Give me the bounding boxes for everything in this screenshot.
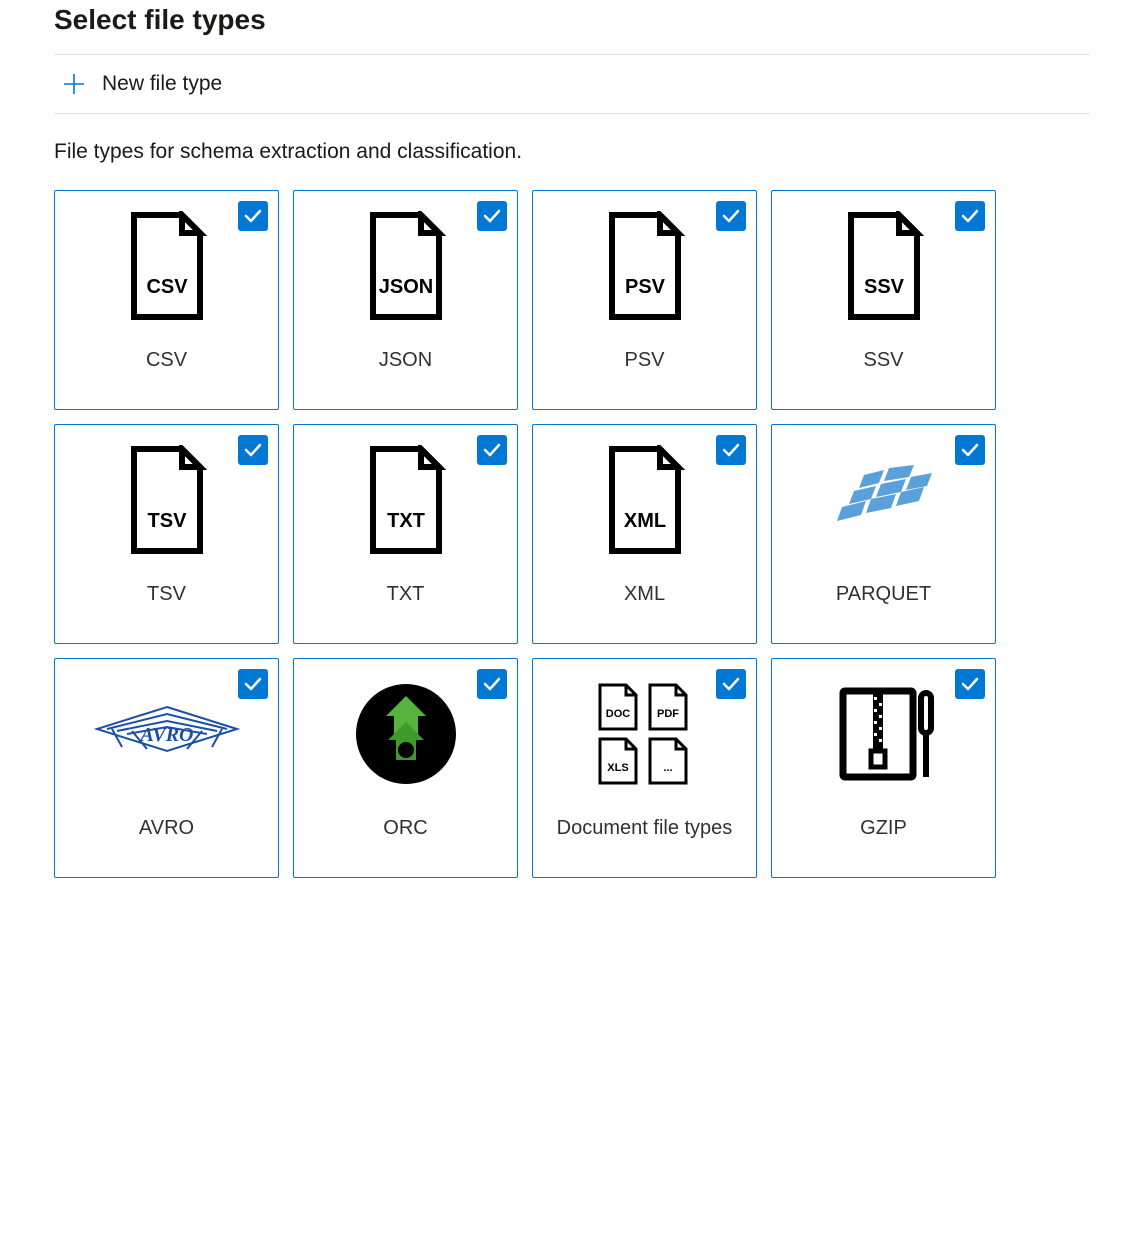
divider <box>54 113 1090 114</box>
checkmark-icon[interactable] <box>955 435 985 465</box>
svg-text:DOC: DOC <box>605 708 630 720</box>
checkmark-icon[interactable] <box>955 201 985 231</box>
file-type-tile-document-file-types[interactable]: DOC PDF XLS... Document file types <box>532 658 757 878</box>
doc-icon: SSV <box>839 191 929 341</box>
svg-text:AVRO: AVRO <box>138 724 193 746</box>
file-type-label: JSON <box>379 349 432 372</box>
svg-text:XML: XML <box>623 510 665 532</box>
file-type-tile-tsv[interactable]: TSV TSV <box>54 424 279 644</box>
new-file-type-button[interactable]: New file type <box>54 55 1090 113</box>
svg-text:...: ... <box>663 762 672 774</box>
page-title: Select file types <box>54 4 1090 36</box>
file-type-label: TSV <box>147 583 186 606</box>
file-type-tile-parquet[interactable]: PARQUET <box>771 424 996 644</box>
doc-icon: XML <box>600 425 690 575</box>
file-type-tile-txt[interactable]: TXT TXT <box>293 424 518 644</box>
file-type-label: AVRO <box>139 817 194 840</box>
doc-icon: JSON <box>361 191 451 341</box>
svg-text:PDF: PDF <box>657 708 679 720</box>
new-file-type-label: New file type <box>102 72 222 96</box>
file-type-label: Document file types <box>557 817 733 840</box>
doc_multi-icon: DOC PDF XLS... <box>590 659 700 809</box>
checkmark-icon[interactable] <box>477 669 507 699</box>
gzip-icon <box>829 659 939 809</box>
file-type-label: SSV <box>863 349 903 372</box>
checkmark-icon[interactable] <box>955 669 985 699</box>
svg-text:XLS: XLS <box>607 762 628 774</box>
avro-icon: AVRO <box>87 659 247 809</box>
plus-icon <box>62 72 86 96</box>
description-text: File types for schema extraction and cla… <box>54 140 1090 164</box>
checkmark-icon[interactable] <box>238 435 268 465</box>
doc-icon: CSV <box>122 191 212 341</box>
file-type-label: PARQUET <box>836 583 931 606</box>
file-type-tile-psv[interactable]: PSV PSV <box>532 190 757 410</box>
svg-text:TXT: TXT <box>387 510 425 532</box>
parquet-icon <box>824 425 944 575</box>
svg-text:SSV: SSV <box>863 276 904 298</box>
file-types-grid: CSV CSV JSON JSON PSV PSV SSV SSV TSV TSV TXT TXT XM… <box>54 190 1090 878</box>
doc-icon: PSV <box>600 191 690 341</box>
file-type-tile-xml[interactable]: XML XML <box>532 424 757 644</box>
file-type-tile-avro[interactable]: AVRO AVRO <box>54 658 279 878</box>
file-type-label: PSV <box>624 349 664 372</box>
file-type-label: ORC <box>383 817 427 840</box>
svg-text:PSV: PSV <box>624 276 665 298</box>
checkmark-icon[interactable] <box>238 669 268 699</box>
checkmark-icon[interactable] <box>477 201 507 231</box>
file-type-label: GZIP <box>860 817 907 840</box>
checkmark-icon[interactable] <box>716 435 746 465</box>
file-type-tile-gzip[interactable]: GZIP <box>771 658 996 878</box>
file-type-label: TXT <box>387 583 425 606</box>
checkmark-icon[interactable] <box>716 669 746 699</box>
orc-icon <box>354 659 458 809</box>
file-type-tile-orc[interactable]: ORC <box>293 658 518 878</box>
svg-text:TSV: TSV <box>147 510 187 532</box>
file-type-label: CSV <box>146 349 187 372</box>
checkmark-icon[interactable] <box>477 435 507 465</box>
svg-text:CSV: CSV <box>146 276 188 298</box>
doc-icon: TXT <box>361 425 451 575</box>
doc-icon: TSV <box>122 425 212 575</box>
file-type-tile-ssv[interactable]: SSV SSV <box>771 190 996 410</box>
file-type-tile-json[interactable]: JSON JSON <box>293 190 518 410</box>
checkmark-icon[interactable] <box>716 201 746 231</box>
svg-text:JSON: JSON <box>378 276 432 298</box>
checkmark-icon[interactable] <box>238 201 268 231</box>
file-type-label: XML <box>624 583 665 606</box>
file-type-tile-csv[interactable]: CSV CSV <box>54 190 279 410</box>
